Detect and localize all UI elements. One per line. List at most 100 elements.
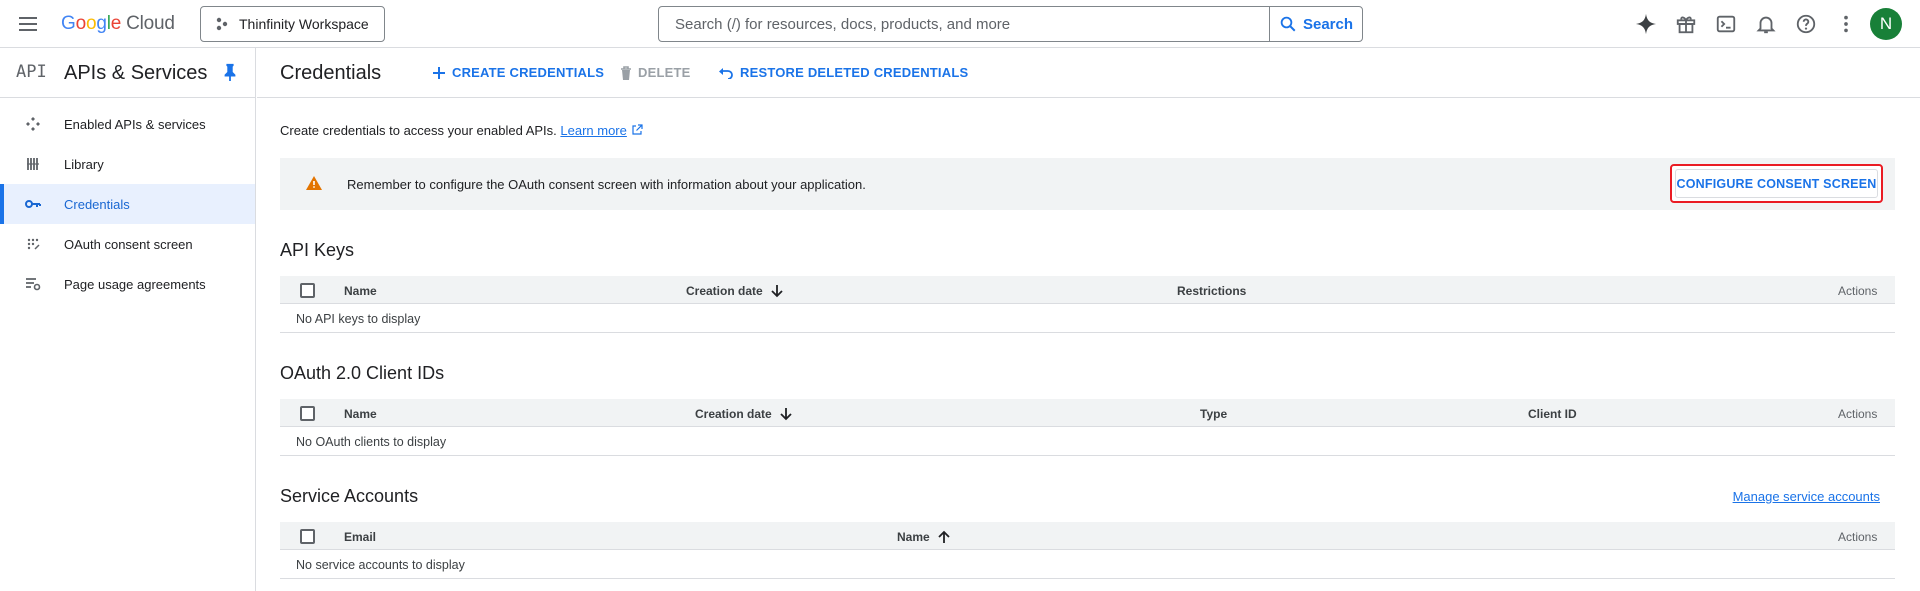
column-header-email[interactable]: Email <box>344 530 376 544</box>
logo-letter: g <box>96 13 107 34</box>
sidebar-item-label: Page usage agreements <box>64 276 206 292</box>
restore-label: RESTORE DELETED CREDENTIALS <box>740 65 969 80</box>
page-title: Credentials <box>280 62 382 84</box>
help-icon[interactable] <box>1790 8 1822 40</box>
settings-list-icon <box>24 275 42 293</box>
plus-icon <box>433 66 445 79</box>
configure-consent-screen-button[interactable]: CONFIGURE CONSENT SCREEN <box>1670 164 1883 203</box>
trash-icon <box>621 65 631 80</box>
empty-message: No service accounts to display <box>296 558 465 572</box>
arrow-down-icon <box>771 285 783 298</box>
avatar[interactable]: N <box>1870 8 1902 40</box>
key-icon <box>24 195 42 213</box>
manage-service-accounts-link[interactable]: Manage service accounts <box>1733 489 1880 504</box>
api-keys-title: API Keys <box>280 240 355 260</box>
sidebar-item-label: OAuth consent screen <box>64 236 193 252</box>
logo-letter: o <box>85 13 97 34</box>
column-header-creation-date[interactable]: Creation date <box>695 407 792 421</box>
pin-icon[interactable] <box>222 63 238 86</box>
logo-cloud-text: Cloud <box>126 13 175 34</box>
select-all-checkbox[interactable] <box>300 283 315 298</box>
sidebar-item-label: Library <box>64 156 104 172</box>
configure-consent-screen-label: CONFIGURE CONSENT SCREEN <box>1675 169 1878 198</box>
learn-more-link[interactable]: Learn more <box>560 123 626 138</box>
delete-label: DELETE <box>638 65 691 80</box>
column-header-type[interactable]: Type <box>1200 407 1227 421</box>
sidebar-item-enabled-apis[interactable]: Enabled APIs & services <box>0 104 255 144</box>
create-credentials-button[interactable]: CREATE CREDENTIALS <box>432 65 604 80</box>
warning-icon <box>306 176 322 190</box>
gift-icon[interactable] <box>1670 8 1702 40</box>
service-accounts-title: Service Accounts <box>280 486 419 506</box>
sidebar: API APIs & Services Enabled APIs & servi… <box>0 48 256 591</box>
oauth-icon <box>24 235 42 253</box>
sidebar-item-oauth-consent[interactable]: OAuth consent screen <box>0 224 255 264</box>
oauth-empty-row: No OAuth clients to display <box>280 427 1895 456</box>
column-header-label: Creation date <box>695 407 772 421</box>
external-link-icon[interactable] <box>631 124 643 136</box>
bell-icon[interactable] <box>1750 8 1782 40</box>
api-keys-empty-row: No API keys to display <box>280 304 1895 333</box>
service-accounts-table-header: Email Name Actions <box>280 522 1895 550</box>
column-header-name[interactable]: Name <box>344 284 377 298</box>
restore-deleted-credentials-button[interactable]: RESTORE DELETED CREDENTIALS <box>718 65 968 80</box>
sidebar-item-library[interactable]: Library <box>0 144 255 184</box>
logo-letter: e <box>110 13 122 34</box>
create-credentials-label: CREATE CREDENTIALS <box>452 65 605 80</box>
project-picker-button[interactable]: Thinfinity Workspace <box>200 6 385 42</box>
top-bar: Google Cloud Thinfinity Workspace Search <box>0 0 1920 48</box>
search-input[interactable] <box>659 7 1269 41</box>
sidebar-item-page-usage[interactable]: Page usage agreements <box>0 264 255 304</box>
sidebar-item-label: Enabled APIs & services <box>64 116 206 132</box>
service-accounts-empty-row: No service accounts to display <box>280 550 1895 579</box>
undo-icon <box>719 67 733 79</box>
sidebar-item-credentials[interactable]: Credentials <box>0 184 255 224</box>
enabled-apis-icon <box>24 115 42 133</box>
column-header-client-id[interactable]: Client ID <box>1528 407 1577 421</box>
sidebar-items: Enabled APIs & services Library Credenti… <box>0 98 255 304</box>
project-name: Thinfinity Workspace <box>239 16 369 32</box>
api-keys-table-header: Name Creation date Restrictions Actions <box>280 276 1895 304</box>
sidebar-title: APIs & Services <box>64 62 208 84</box>
logo-letter: o <box>75 13 87 34</box>
search-icon <box>1280 16 1296 32</box>
column-header-actions: Actions <box>1838 284 1878 298</box>
page-header: Credentials CREATE CREDENTIALS DELETE RE… <box>257 48 1920 98</box>
intro-label: Create credentials to access your enable… <box>280 123 557 138</box>
search-button[interactable]: Search <box>1269 7 1362 41</box>
more-vert-icon[interactable] <box>1830 8 1862 40</box>
sidebar-header: API APIs & Services <box>0 48 255 98</box>
select-all-checkbox[interactable] <box>300 529 315 544</box>
select-all-checkbox[interactable] <box>300 406 315 421</box>
project-dots-icon <box>216 17 228 31</box>
column-header-name[interactable]: Name <box>344 407 377 421</box>
oauth-table-header: Name Creation date Type Client ID Action… <box>280 399 1895 427</box>
column-header-name[interactable]: Name <box>897 530 950 544</box>
search-button-label: Search <box>1302 15 1354 33</box>
arrow-down-icon <box>780 408 792 421</box>
logo-letter: G <box>61 13 76 34</box>
search-bar: Search <box>658 6 1363 42</box>
column-header-actions: Actions <box>1838 530 1878 544</box>
empty-message: No OAuth clients to display <box>296 435 447 449</box>
api-logo-icon: API <box>16 62 47 82</box>
column-header-restrictions[interactable]: Restrictions <box>1177 284 1246 298</box>
hamburger-menu-icon[interactable] <box>16 12 40 36</box>
google-cloud-logo[interactable]: Google Cloud <box>61 12 175 36</box>
column-header-actions: Actions <box>1838 407 1878 421</box>
intro-text: Create credentials to access your enable… <box>280 123 643 138</box>
sidebar-item-label: Credentials <box>64 196 130 212</box>
column-header-label: Name <box>897 530 930 544</box>
library-icon <box>24 155 42 173</box>
terminal-icon[interactable] <box>1710 8 1742 40</box>
top-icons: N <box>1622 8 1902 40</box>
arrow-up-icon <box>938 530 950 543</box>
gemini-spark-icon[interactable] <box>1630 8 1662 40</box>
banner-message: Remember to configure the OAuth consent … <box>347 177 866 192</box>
column-header-label: Creation date <box>686 284 763 298</box>
delete-button[interactable]: DELETE <box>620 65 690 80</box>
oauth-warning-banner: Remember to configure the OAuth consent … <box>280 158 1895 210</box>
empty-message: No API keys to display <box>296 312 421 326</box>
column-header-creation-date[interactable]: Creation date <box>686 284 783 298</box>
oauth-clients-title: OAuth 2.0 Client IDs <box>280 363 445 383</box>
